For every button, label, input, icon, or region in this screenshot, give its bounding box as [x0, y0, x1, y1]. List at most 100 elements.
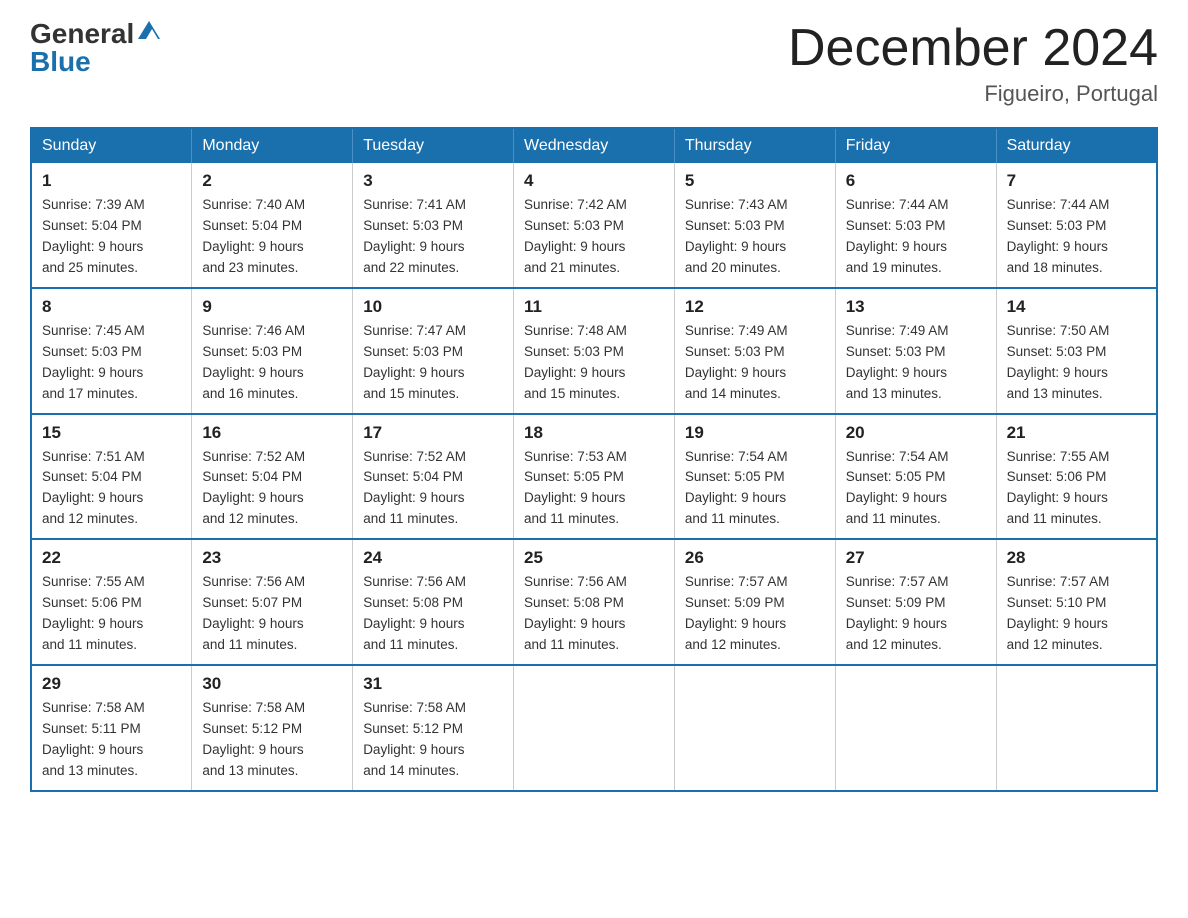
day-number: 26: [685, 548, 825, 568]
day-number: 10: [363, 297, 503, 317]
day-info: Sunrise: 7:42 AM Sunset: 5:03 PM Dayligh…: [524, 195, 664, 279]
day-info: Sunrise: 7:53 AM Sunset: 5:05 PM Dayligh…: [524, 447, 664, 531]
day-info: Sunrise: 7:56 AM Sunset: 5:08 PM Dayligh…: [363, 572, 503, 656]
day-info: Sunrise: 7:52 AM Sunset: 5:04 PM Dayligh…: [202, 447, 342, 531]
calendar-cell: 14 Sunrise: 7:50 AM Sunset: 5:03 PM Dayl…: [996, 288, 1157, 414]
day-number: 2: [202, 171, 342, 191]
day-number: 29: [42, 674, 181, 694]
day-info: Sunrise: 7:49 AM Sunset: 5:03 PM Dayligh…: [846, 321, 986, 405]
calendar-cell: 27 Sunrise: 7:57 AM Sunset: 5:09 PM Dayl…: [835, 539, 996, 665]
day-info: Sunrise: 7:56 AM Sunset: 5:08 PM Dayligh…: [524, 572, 664, 656]
day-number: 15: [42, 423, 181, 443]
day-info: Sunrise: 7:52 AM Sunset: 5:04 PM Dayligh…: [363, 447, 503, 531]
calendar-cell: 25 Sunrise: 7:56 AM Sunset: 5:08 PM Dayl…: [514, 539, 675, 665]
calendar-cell: 29 Sunrise: 7:58 AM Sunset: 5:11 PM Dayl…: [31, 665, 192, 791]
calendar-week-1: 1 Sunrise: 7:39 AM Sunset: 5:04 PM Dayli…: [31, 163, 1157, 288]
day-info: Sunrise: 7:44 AM Sunset: 5:03 PM Dayligh…: [846, 195, 986, 279]
calendar-cell: 2 Sunrise: 7:40 AM Sunset: 5:04 PM Dayli…: [192, 163, 353, 288]
calendar-cell: [996, 665, 1157, 791]
day-number: 6: [846, 171, 986, 191]
weekday-header-monday: Monday: [192, 128, 353, 163]
calendar-cell: 9 Sunrise: 7:46 AM Sunset: 5:03 PM Dayli…: [192, 288, 353, 414]
calendar-cell: 13 Sunrise: 7:49 AM Sunset: 5:03 PM Dayl…: [835, 288, 996, 414]
day-info: Sunrise: 7:58 AM Sunset: 5:11 PM Dayligh…: [42, 698, 181, 782]
calendar-cell: [835, 665, 996, 791]
calendar-cell: 16 Sunrise: 7:52 AM Sunset: 5:04 PM Dayl…: [192, 414, 353, 540]
weekday-header-tuesday: Tuesday: [353, 128, 514, 163]
day-info: Sunrise: 7:46 AM Sunset: 5:03 PM Dayligh…: [202, 321, 342, 405]
day-info: Sunrise: 7:58 AM Sunset: 5:12 PM Dayligh…: [202, 698, 342, 782]
day-number: 14: [1007, 297, 1146, 317]
day-number: 9: [202, 297, 342, 317]
day-info: Sunrise: 7:51 AM Sunset: 5:04 PM Dayligh…: [42, 447, 181, 531]
calendar-cell: 20 Sunrise: 7:54 AM Sunset: 5:05 PM Dayl…: [835, 414, 996, 540]
day-number: 3: [363, 171, 503, 191]
calendar-cell: 1 Sunrise: 7:39 AM Sunset: 5:04 PM Dayli…: [31, 163, 192, 288]
weekday-header-saturday: Saturday: [996, 128, 1157, 163]
calendar-cell: 17 Sunrise: 7:52 AM Sunset: 5:04 PM Dayl…: [353, 414, 514, 540]
day-number: 31: [363, 674, 503, 694]
calendar-cell: 23 Sunrise: 7:56 AM Sunset: 5:07 PM Dayl…: [192, 539, 353, 665]
day-number: 8: [42, 297, 181, 317]
weekday-header-sunday: Sunday: [31, 128, 192, 163]
weekday-header-friday: Friday: [835, 128, 996, 163]
day-info: Sunrise: 7:43 AM Sunset: 5:03 PM Dayligh…: [685, 195, 825, 279]
day-number: 7: [1007, 171, 1146, 191]
day-number: 30: [202, 674, 342, 694]
calendar-header-row: SundayMondayTuesdayWednesdayThursdayFrid…: [31, 128, 1157, 163]
day-info: Sunrise: 7:48 AM Sunset: 5:03 PM Dayligh…: [524, 321, 664, 405]
logo-blue-text: Blue: [30, 46, 91, 77]
day-number: 28: [1007, 548, 1146, 568]
day-info: Sunrise: 7:45 AM Sunset: 5:03 PM Dayligh…: [42, 321, 181, 405]
calendar-cell: 6 Sunrise: 7:44 AM Sunset: 5:03 PM Dayli…: [835, 163, 996, 288]
day-info: Sunrise: 7:50 AM Sunset: 5:03 PM Dayligh…: [1007, 321, 1146, 405]
day-info: Sunrise: 7:40 AM Sunset: 5:04 PM Dayligh…: [202, 195, 342, 279]
calendar-cell: 15 Sunrise: 7:51 AM Sunset: 5:04 PM Dayl…: [31, 414, 192, 540]
day-info: Sunrise: 7:54 AM Sunset: 5:05 PM Dayligh…: [846, 447, 986, 531]
day-number: 16: [202, 423, 342, 443]
calendar-cell: 24 Sunrise: 7:56 AM Sunset: 5:08 PM Dayl…: [353, 539, 514, 665]
day-info: Sunrise: 7:47 AM Sunset: 5:03 PM Dayligh…: [363, 321, 503, 405]
calendar-week-2: 8 Sunrise: 7:45 AM Sunset: 5:03 PM Dayli…: [31, 288, 1157, 414]
calendar-cell: [514, 665, 675, 791]
calendar-cell: 18 Sunrise: 7:53 AM Sunset: 5:05 PM Dayl…: [514, 414, 675, 540]
day-number: 5: [685, 171, 825, 191]
day-info: Sunrise: 7:57 AM Sunset: 5:09 PM Dayligh…: [685, 572, 825, 656]
day-number: 1: [42, 171, 181, 191]
calendar-cell: 11 Sunrise: 7:48 AM Sunset: 5:03 PM Dayl…: [514, 288, 675, 414]
calendar-cell: 5 Sunrise: 7:43 AM Sunset: 5:03 PM Dayli…: [674, 163, 835, 288]
day-info: Sunrise: 7:54 AM Sunset: 5:05 PM Dayligh…: [685, 447, 825, 531]
day-info: Sunrise: 7:39 AM Sunset: 5:04 PM Dayligh…: [42, 195, 181, 279]
logo-general-text: General: [30, 20, 134, 48]
day-info: Sunrise: 7:57 AM Sunset: 5:10 PM Dayligh…: [1007, 572, 1146, 656]
logo-triangle-icon: [138, 21, 160, 39]
day-info: Sunrise: 7:55 AM Sunset: 5:06 PM Dayligh…: [42, 572, 181, 656]
day-info: Sunrise: 7:58 AM Sunset: 5:12 PM Dayligh…: [363, 698, 503, 782]
day-number: 4: [524, 171, 664, 191]
calendar-cell: 3 Sunrise: 7:41 AM Sunset: 5:03 PM Dayli…: [353, 163, 514, 288]
calendar-cell: 8 Sunrise: 7:45 AM Sunset: 5:03 PM Dayli…: [31, 288, 192, 414]
day-number: 19: [685, 423, 825, 443]
calendar-table: SundayMondayTuesdayWednesdayThursdayFrid…: [30, 127, 1158, 791]
day-info: Sunrise: 7:57 AM Sunset: 5:09 PM Dayligh…: [846, 572, 986, 656]
calendar-week-3: 15 Sunrise: 7:51 AM Sunset: 5:04 PM Dayl…: [31, 414, 1157, 540]
calendar-cell: 28 Sunrise: 7:57 AM Sunset: 5:10 PM Dayl…: [996, 539, 1157, 665]
day-number: 20: [846, 423, 986, 443]
month-title: December 2024: [788, 20, 1158, 77]
calendar-cell: 30 Sunrise: 7:58 AM Sunset: 5:12 PM Dayl…: [192, 665, 353, 791]
calendar-cell: 22 Sunrise: 7:55 AM Sunset: 5:06 PM Dayl…: [31, 539, 192, 665]
day-number: 27: [846, 548, 986, 568]
calendar-cell: 10 Sunrise: 7:47 AM Sunset: 5:03 PM Dayl…: [353, 288, 514, 414]
day-number: 22: [42, 548, 181, 568]
day-number: 18: [524, 423, 664, 443]
weekday-header-wednesday: Wednesday: [514, 128, 675, 163]
calendar-cell: 21 Sunrise: 7:55 AM Sunset: 5:06 PM Dayl…: [996, 414, 1157, 540]
calendar-cell: 12 Sunrise: 7:49 AM Sunset: 5:03 PM Dayl…: [674, 288, 835, 414]
day-info: Sunrise: 7:55 AM Sunset: 5:06 PM Dayligh…: [1007, 447, 1146, 531]
day-info: Sunrise: 7:41 AM Sunset: 5:03 PM Dayligh…: [363, 195, 503, 279]
calendar-cell: [674, 665, 835, 791]
day-number: 11: [524, 297, 664, 317]
logo: General Blue: [30, 20, 160, 76]
calendar-week-4: 22 Sunrise: 7:55 AM Sunset: 5:06 PM Dayl…: [31, 539, 1157, 665]
day-number: 17: [363, 423, 503, 443]
